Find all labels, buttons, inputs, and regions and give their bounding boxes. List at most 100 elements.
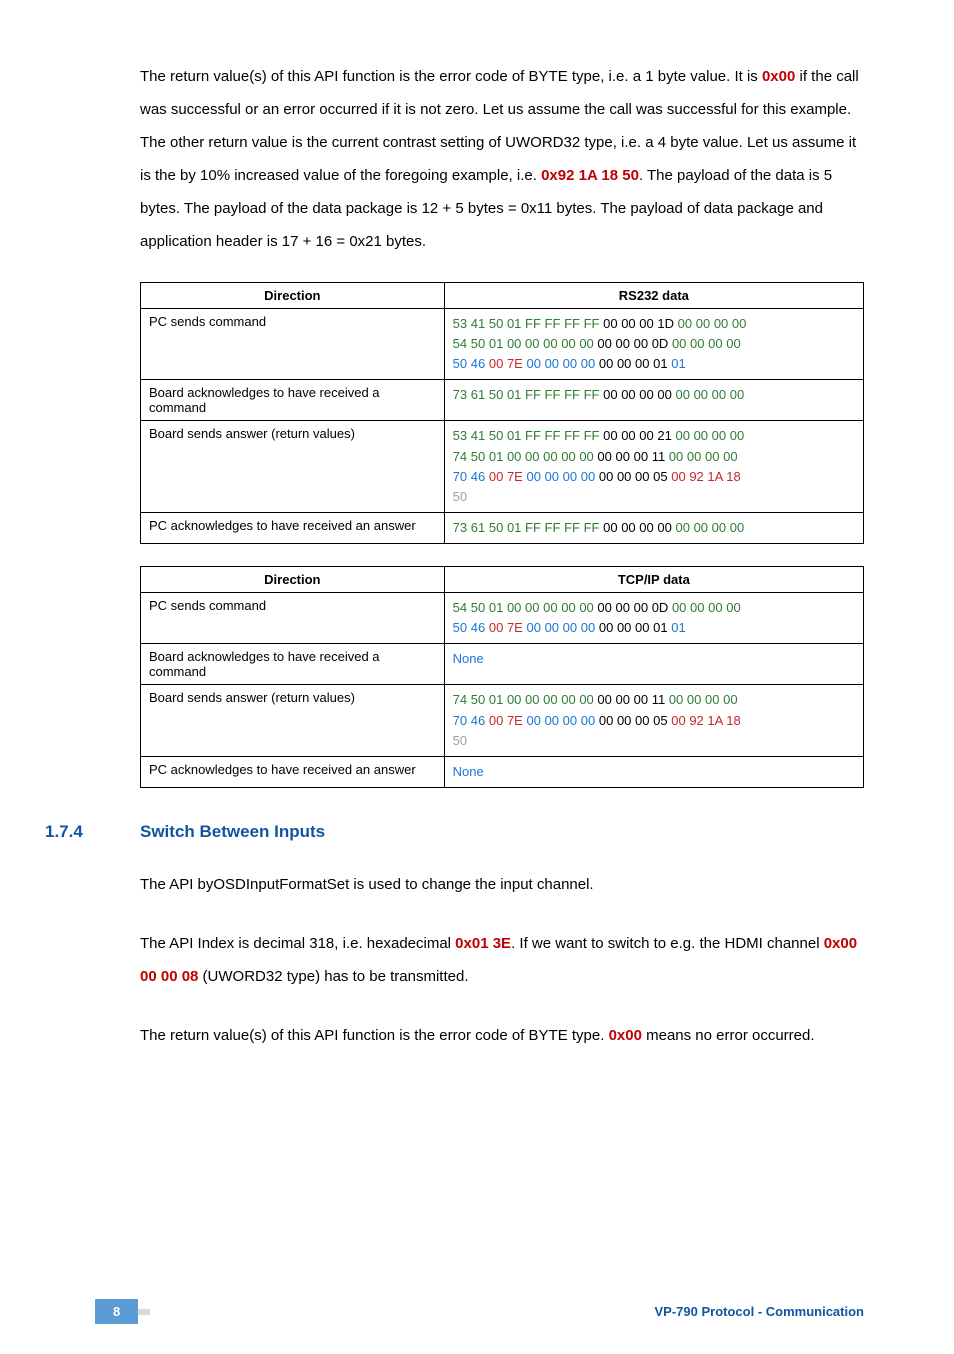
hex-byte: 50 [453, 356, 467, 371]
hex-byte: 50 [489, 387, 503, 402]
hex-byte: 00 [634, 692, 648, 707]
hex-byte: 00 [545, 713, 559, 728]
hex-byte: 00 [714, 316, 728, 331]
hex-byte: FF [564, 520, 580, 535]
hex-byte: 00 [617, 469, 631, 484]
hex-byte: 00 [675, 428, 689, 443]
hex-byte: 00 [603, 428, 617, 443]
hex-byte: 00 [723, 692, 737, 707]
data-cell: None [444, 644, 863, 685]
hex-byte: 00 [489, 620, 503, 635]
hex-byte: 00 [723, 449, 737, 464]
table-row: PC acknowledges to have received an answ… [141, 756, 864, 787]
hex-byte: 53 [453, 428, 467, 443]
hex-byte: 61 [471, 387, 485, 402]
hex-byte: 00 [579, 449, 593, 464]
hex-byte: 01 [507, 520, 521, 535]
hex-byte: 21 [657, 428, 671, 443]
direction-cell: Board acknowledges to have received a co… [141, 644, 445, 685]
hex-byte: 46 [471, 713, 485, 728]
hex-byte: 92 [689, 469, 703, 484]
hex-byte: 00 [579, 692, 593, 707]
hex-byte: 00 [690, 600, 704, 615]
hex-byte: 74 [453, 449, 467, 464]
hex-byte: 00 [708, 336, 722, 351]
intro-paragraph: The return value(s) of this API function… [140, 60, 864, 258]
hex-byte: 18 [726, 713, 740, 728]
hex-byte: 00 [730, 387, 744, 402]
hex-byte: 00 [563, 356, 577, 371]
hex-byte: 00 [543, 600, 557, 615]
data-cell: 53 41 50 01 FF FF FF FF 00 00 00 21 00 0… [444, 421, 863, 513]
hex-byte: 00 [634, 600, 648, 615]
data-cell: 73 61 50 01 FF FF FF FF 00 00 00 00 00 0… [444, 380, 863, 421]
hex-byte: 00 [563, 469, 577, 484]
hex-byte: 00 [597, 449, 611, 464]
hex-byte: 00 [507, 692, 521, 707]
hex-byte: 00 [561, 692, 575, 707]
direction-cell: PC sends command [141, 309, 445, 380]
hex-byte: 01 [507, 316, 521, 331]
hex-byte: 00 [671, 469, 685, 484]
hex-byte: 00 [705, 449, 719, 464]
hex-byte: 00 [525, 449, 539, 464]
hex-byte: 00 [639, 428, 653, 443]
col-tcpip-data: TCP/IP data [444, 567, 863, 593]
hex-byte: 00 [634, 449, 648, 464]
hex-byte: 00 [526, 469, 540, 484]
hex-byte: 00 [599, 620, 613, 635]
hex-byte: 00 [696, 316, 710, 331]
hex-byte: 00 [561, 449, 575, 464]
hex-byte: 00 [617, 620, 631, 635]
badge-shadow [138, 1309, 150, 1315]
hex-byte: 00 [545, 620, 559, 635]
table-row: Board acknowledges to have received a co… [141, 644, 864, 685]
hex-byte: 50 [471, 692, 485, 707]
hex-byte: 00 [671, 713, 685, 728]
hex-byte: 00 [672, 336, 686, 351]
hex-byte: 00 [694, 520, 708, 535]
hex-byte: 00 [635, 713, 649, 728]
hex-byte: 00 [657, 520, 671, 535]
hex-byte: 1D [657, 316, 674, 331]
hex-byte: 00 [675, 520, 689, 535]
hex-byte: 00 [597, 600, 611, 615]
hex-byte: 01 [489, 692, 503, 707]
hex-byte: 00 [616, 600, 630, 615]
hex-byte: 00 [526, 620, 540, 635]
hex-byte: 54 [453, 336, 467, 351]
hex-byte: 00 [561, 336, 575, 351]
hex-byte: FF [525, 520, 541, 535]
hex-byte: 00 [603, 316, 617, 331]
hex-byte: 41 [471, 316, 485, 331]
direction-cell: PC acknowledges to have received an answ… [141, 756, 445, 787]
direction-cell: Board sends answer (return values) [141, 421, 445, 513]
hex-byte: 00 [678, 316, 692, 331]
hex-byte: 00 [657, 387, 671, 402]
hex-value: 0x00 [762, 68, 795, 85]
hex-byte: FF [584, 316, 600, 331]
hex-byte: 00 [621, 428, 635, 443]
section-heading: 1.7.4 Switch Between Inputs [45, 822, 864, 842]
table-row: PC acknowledges to have received an answ… [141, 512, 864, 543]
hex-byte: FF [564, 387, 580, 402]
hex-byte: 00 [507, 336, 521, 351]
hex-byte: 70 [453, 469, 467, 484]
hex-byte: 0D [652, 600, 669, 615]
data-cell: None [444, 756, 863, 787]
hex-byte: 1A [707, 469, 722, 484]
hex-byte: 00 [597, 336, 611, 351]
hex-byte: 00 [639, 316, 653, 331]
footer-title: VP-790 Protocol - Communication [655, 1304, 864, 1319]
hex-byte: 00 [726, 600, 740, 615]
col-rs232-data: RS232 data [444, 283, 863, 309]
hex-byte: 00 [563, 713, 577, 728]
hex-byte: 00 [543, 692, 557, 707]
none-value: None [453, 764, 484, 779]
para-api-desc: The API byOSDInputFormatSet is used to c… [140, 868, 864, 901]
text: The return value(s) of this API function… [140, 1027, 609, 1044]
hex-byte: 50 [489, 520, 503, 535]
hex-byte: 54 [453, 600, 467, 615]
text: (UWORD32 type) has to be transmitted. [198, 968, 468, 985]
hex-byte: 00 [712, 428, 726, 443]
